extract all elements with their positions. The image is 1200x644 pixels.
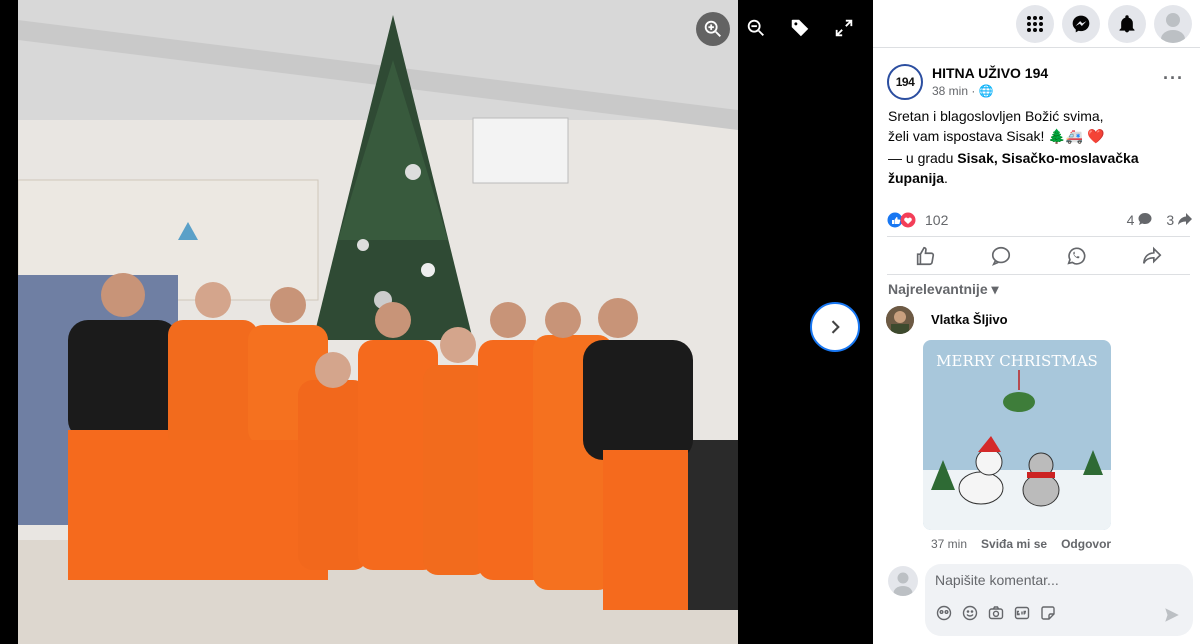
top-bar xyxy=(873,0,1200,48)
expand-icon[interactable] xyxy=(830,14,858,42)
comment-time[interactable]: 37 min xyxy=(931,537,967,551)
thumbs-up-icon xyxy=(916,246,934,266)
location-link[interactable]: Sisak, Sisačko-moslavačka xyxy=(957,150,1138,166)
location-suffix: . xyxy=(944,170,948,186)
chevron-right-icon xyxy=(831,320,840,334)
reaction-icons[interactable] xyxy=(887,212,921,228)
page-logo[interactable]: 194 xyxy=(887,64,923,100)
whatsapp-share-button[interactable] xyxy=(1046,245,1106,267)
share-button[interactable] xyxy=(1122,245,1182,267)
composer-tools xyxy=(935,604,1057,622)
post-text-line-1: Sretan i blagoslovljen Božić svima, xyxy=(888,108,1104,124)
avatar-sticker-icon[interactable] xyxy=(935,604,953,622)
reactions-count[interactable]: 102 xyxy=(925,212,948,228)
sticker-icon[interactable] xyxy=(1039,604,1057,622)
comment-bubble-icon xyxy=(1138,213,1152,225)
share-arrow-icon xyxy=(1178,213,1192,225)
send-icon[interactable] xyxy=(1163,606,1181,629)
next-photo-button[interactable] xyxy=(810,302,860,352)
commenter-name[interactable]: Vlatka Šljivo xyxy=(931,312,1008,327)
commenter-avatar[interactable] xyxy=(886,306,914,334)
comments-count[interactable]: 4 xyxy=(1127,212,1153,228)
divider xyxy=(887,236,1190,237)
zoom-out-icon[interactable] xyxy=(742,14,770,42)
page-name[interactable]: HITNA UŽIVO 194 xyxy=(932,65,1048,81)
more-options-icon[interactable]: ··· xyxy=(1163,68,1184,89)
bell-icon[interactable] xyxy=(1108,4,1146,43)
whatsapp-icon xyxy=(1067,247,1086,265)
emoji-icon[interactable] xyxy=(961,604,979,622)
messenger-icon[interactable] xyxy=(1062,4,1100,43)
post-location: — u gradu Sisak, Sisačko-moslavačka župa… xyxy=(888,148,1188,188)
comment-reply-link[interactable]: Odgovor xyxy=(1061,537,1111,551)
location-link-2[interactable]: županija xyxy=(888,170,944,186)
gif-icon[interactable] xyxy=(1013,604,1031,622)
comment-meta: 37 min Sviđa mi se Odgovor xyxy=(931,537,1111,551)
photo-viewer xyxy=(0,0,873,644)
post-header: 194 HITNA UŽIVO 194 38 min · 🌐 ··· xyxy=(887,62,1190,102)
divider xyxy=(887,274,1190,275)
comment-icon xyxy=(991,246,1010,266)
camera-icon[interactable] xyxy=(987,604,1005,622)
comment-input[interactable] xyxy=(935,572,1175,588)
comment-like-link[interactable]: Sviđa mi se xyxy=(981,537,1047,551)
sticker-title: MERRY CHRISTMAS xyxy=(936,352,1098,370)
comment-button[interactable] xyxy=(971,245,1031,267)
share-icon xyxy=(1143,246,1162,264)
location-prefix: — u gradu xyxy=(888,150,958,166)
tag-icon[interactable] xyxy=(786,14,814,42)
account-avatar[interactable] xyxy=(1154,4,1192,43)
shares-count[interactable]: 3 xyxy=(1166,212,1192,228)
post-photo[interactable] xyxy=(18,0,738,644)
zoom-in-icon[interactable] xyxy=(696,12,730,46)
post-time[interactable]: 38 min · 🌐 xyxy=(932,84,994,98)
post-text: Sretan i blagoslovljen Božić svima, želi… xyxy=(888,106,1188,188)
post-side-panel: 194 HITNA UŽIVO 194 38 min · 🌐 ··· Sreta… xyxy=(873,0,1200,644)
engagement-counts: 4 3 xyxy=(1127,212,1192,228)
comment-composer xyxy=(925,564,1193,636)
christmas-sticker[interactable]: MERRY CHRISTMAS xyxy=(923,340,1111,530)
comment-sort-dropdown[interactable]: Najrelevantnije ▾ xyxy=(888,281,999,298)
composer-avatar xyxy=(888,566,918,596)
grid-menu-icon[interactable] xyxy=(1016,4,1054,43)
post-text-line-2: želi vam ispostava Sisak! 🌲🚑 ❤️ xyxy=(888,128,1105,144)
like-button[interactable] xyxy=(895,245,955,267)
reactions-bar: 102 4 3 xyxy=(887,210,1192,230)
post-actions xyxy=(887,240,1190,272)
